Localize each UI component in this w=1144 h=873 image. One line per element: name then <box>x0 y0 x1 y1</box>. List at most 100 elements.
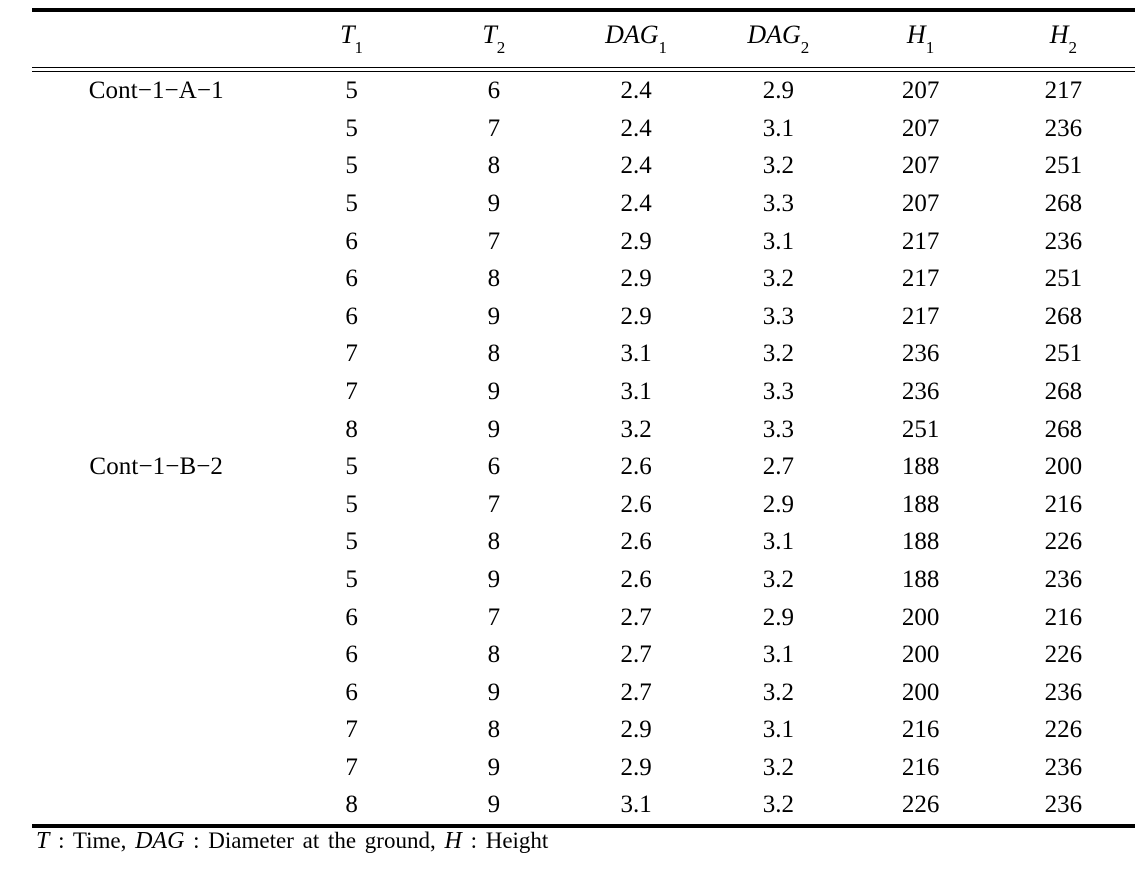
row-group-label-empty <box>32 711 280 749</box>
cell-h1: 207 <box>901 114 940 142</box>
cell-dag1: 2.6 <box>620 528 652 556</box>
cell-t1: 7 <box>345 340 358 368</box>
table-page: T1 T2 DAG1 DAG2 H1 H2 Cont−1−A−1 5 6 2.4… <box>0 0 1144 873</box>
cell-h1: 200 <box>901 641 940 669</box>
cell-h1: 188 <box>901 528 940 556</box>
cell-t2: 8 <box>487 152 501 180</box>
cell-t2: 8 <box>487 641 501 669</box>
cell-t1: 6 <box>345 641 358 669</box>
cell-t1: 8 <box>345 791 358 819</box>
cell-t2: 9 <box>487 791 501 819</box>
cell-t1: 8 <box>345 415 358 443</box>
header-subscript-t2: 2 <box>496 38 506 58</box>
cell-h1: 216 <box>901 753 940 781</box>
header-subscript-h1: 1 <box>925 38 935 58</box>
cell-dag2: 2.7 <box>762 453 794 481</box>
table-row: 6 8 2.9 3.2 217 251 <box>32 260 1135 298</box>
header-symbol-dag2: DAG <box>747 20 801 49</box>
cell-h2: 236 <box>1044 678 1083 706</box>
cell-dag2: 3.1 <box>762 528 794 556</box>
footnote-symbol-dag: DAG <box>135 828 185 854</box>
measurements-table-body: Cont−1−A−1 5 6 2.4 2.9 207 217 5 7 2.4 3.1 207 236 5 8… <box>32 72 1135 824</box>
cell-h2: 268 <box>1044 415 1083 443</box>
cell-h2: 236 <box>1044 753 1083 781</box>
cell-h2: 217 <box>1044 77 1083 105</box>
footnote-text-dag: : Diameter at the ground, <box>193 828 436 853</box>
cell-dag2: 3.1 <box>762 114 794 142</box>
table-row: Cont−1−A−1 5 6 2.4 2.9 207 217 <box>32 72 1135 110</box>
cell-t1: 5 <box>345 189 358 217</box>
cell-dag1: 2.6 <box>620 490 652 518</box>
cell-h1: 200 <box>901 603 940 631</box>
row-group-label-empty <box>32 636 280 674</box>
table-row: 8 9 3.1 3.2 226 236 <box>32 786 1135 824</box>
cell-h2: 226 <box>1044 641 1083 669</box>
table-row: Cont−1−B−2 5 6 2.6 2.7 188 200 <box>32 448 1135 486</box>
cell-t1: 6 <box>345 603 358 631</box>
cell-dag2: 3.1 <box>762 227 794 255</box>
cell-h2: 226 <box>1044 716 1083 744</box>
cell-t2: 9 <box>487 753 501 781</box>
cell-dag2: 3.2 <box>762 152 794 180</box>
header-subscript-t1: 1 <box>354 38 364 58</box>
row-group-label-empty <box>32 599 280 637</box>
column-header-dag1: DAG1 <box>565 12 707 67</box>
cell-t1: 5 <box>345 453 358 481</box>
cell-h2: 268 <box>1044 377 1083 405</box>
cell-dag1: 2.4 <box>620 114 652 142</box>
cell-h1: 217 <box>901 265 940 293</box>
row-group-label-empty <box>32 411 280 449</box>
table-row: 6 8 2.7 3.1 200 226 <box>32 636 1135 674</box>
header-symbol-h2: H <box>1049 20 1069 49</box>
table-row: 7 9 3.1 3.3 236 268 <box>32 373 1135 411</box>
table-row: 5 8 2.4 3.2 207 251 <box>32 147 1135 185</box>
cell-dag1: 2.4 <box>620 77 652 105</box>
cell-h2: 251 <box>1044 152 1083 180</box>
measurements-table: T1 T2 DAG1 DAG2 H1 H2 <box>32 12 1135 67</box>
row-group-label: Cont−1−B−2 <box>89 453 224 481</box>
cell-dag1: 2.6 <box>620 565 652 593</box>
cell-t1: 5 <box>345 152 358 180</box>
cell-t1: 5 <box>345 528 358 556</box>
cell-dag2: 3.1 <box>762 641 794 669</box>
cell-dag2: 3.2 <box>762 340 794 368</box>
cell-t2: 9 <box>487 565 501 593</box>
cell-t2: 7 <box>487 227 501 255</box>
cell-h1: 207 <box>901 152 940 180</box>
cell-t1: 6 <box>345 265 358 293</box>
cell-t1: 5 <box>345 114 358 142</box>
cell-dag2: 2.9 <box>762 603 794 631</box>
cell-h2: 268 <box>1044 302 1083 330</box>
cell-dag1: 3.1 <box>620 377 652 405</box>
cell-dag2: 3.2 <box>762 265 794 293</box>
cell-dag2: 3.3 <box>762 302 794 330</box>
cell-t1: 7 <box>345 716 358 744</box>
cell-dag1: 3.1 <box>620 791 652 819</box>
header-symbol-h1: H <box>906 20 926 49</box>
row-group-label-empty <box>32 373 280 411</box>
cell-t2: 9 <box>487 415 501 443</box>
row-group-label: Cont−1−A−1 <box>88 77 224 105</box>
cell-t2: 7 <box>487 603 501 631</box>
cell-dag1: 2.9 <box>620 265 652 293</box>
footnote-symbol-h: H <box>444 828 462 854</box>
column-header-dag2: DAG2 <box>707 12 849 67</box>
cell-h2: 216 <box>1044 603 1083 631</box>
column-header-t1: T1 <box>280 12 422 67</box>
cell-h2: 236 <box>1044 227 1083 255</box>
cell-t2: 9 <box>487 189 501 217</box>
cell-t2: 9 <box>487 302 501 330</box>
row-group-label-empty <box>32 674 280 712</box>
cell-t2: 8 <box>487 265 501 293</box>
column-header-t2: T2 <box>423 12 565 67</box>
header-subscript-h2: 2 <box>1068 38 1077 58</box>
data-table-container: T1 T2 DAG1 DAG2 H1 H2 Cont−1−A−1 5 6 2.4… <box>32 8 1135 829</box>
cell-dag2: 3.3 <box>762 377 794 405</box>
cell-h1: 207 <box>901 77 940 105</box>
cell-dag1: 2.9 <box>620 302 652 330</box>
cell-h1: 207 <box>901 189 940 217</box>
cell-t1: 6 <box>345 227 358 255</box>
cell-dag2: 3.1 <box>762 716 794 744</box>
cell-dag1: 2.4 <box>620 189 652 217</box>
cell-t2: 7 <box>487 490 501 518</box>
